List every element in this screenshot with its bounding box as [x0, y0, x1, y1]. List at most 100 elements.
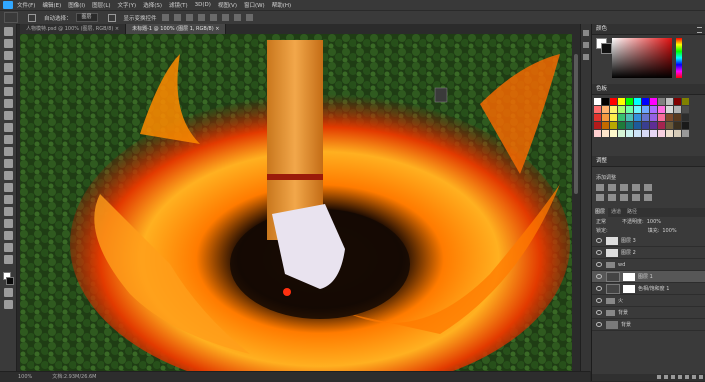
color-swatch[interactable]: [626, 122, 633, 129]
layer-row[interactable]: 背景: [592, 319, 705, 331]
color-swatch[interactable]: [650, 98, 657, 105]
color-panel-header[interactable]: 颜色: [592, 24, 705, 35]
visibility-eye-icon[interactable]: [596, 286, 602, 291]
path-select-icon[interactable]: [3, 219, 13, 228]
curves-icon[interactable]: [620, 184, 628, 191]
marquee-tool-icon[interactable]: [3, 39, 13, 48]
color-picker-field[interactable]: [612, 38, 672, 78]
color-swatch[interactable]: [658, 114, 665, 121]
color-swatch[interactable]: [602, 98, 609, 105]
screen-mode-icon[interactable]: [3, 300, 13, 309]
hue-sat-icon[interactable]: [596, 194, 604, 201]
color-swatch[interactable]: [666, 106, 673, 113]
new-group-icon[interactable]: [685, 375, 689, 379]
color-swatch[interactable]: [666, 122, 673, 129]
visibility-eye-icon[interactable]: [596, 298, 602, 303]
color-swatch[interactable]: [634, 130, 641, 137]
brush-tool-icon[interactable]: [3, 111, 13, 120]
tab-layers[interactable]: 图层: [592, 208, 609, 217]
color-swatch[interactable]: [618, 122, 625, 129]
color-swatch[interactable]: [602, 106, 609, 113]
lasso-tool-icon[interactable]: [3, 51, 13, 60]
menu-3d[interactable]: 3D(D): [195, 2, 211, 8]
color-swatch[interactable]: [626, 114, 633, 121]
layer-row[interactable]: wd: [592, 259, 705, 271]
layer-row-selected[interactable]: 图层 1: [592, 271, 705, 283]
color-swatch[interactable]: [610, 114, 617, 121]
color-swatch[interactable]: [666, 114, 673, 121]
color-swatch[interactable]: [674, 114, 681, 121]
brightness-icon[interactable]: [596, 184, 604, 191]
fill-value[interactable]: 100%: [662, 228, 676, 234]
panel-menu-icon[interactable]: [697, 27, 702, 33]
visibility-eye-icon[interactable]: [596, 262, 602, 267]
color-swatch[interactable]: [650, 122, 657, 129]
color-swatch[interactable]: [618, 98, 625, 105]
color-swatch[interactable]: [658, 130, 665, 137]
color-swatch[interactable]: [626, 130, 633, 137]
menu-select[interactable]: 选择(S): [143, 1, 162, 9]
dodge-tool-icon[interactable]: [3, 183, 13, 192]
color-swatch[interactable]: [634, 114, 641, 121]
color-swatch[interactable]: [682, 114, 689, 121]
color-swatch[interactable]: [650, 114, 657, 121]
hue-slider[interactable]: [676, 38, 682, 78]
color-swatch[interactable]: [634, 122, 641, 129]
color-swatch[interactable]: [658, 122, 665, 129]
layer-row[interactable]: 火: [592, 295, 705, 307]
color-swatch[interactable]: [610, 130, 617, 137]
layer-row[interactable]: 色相/饱和度 1: [592, 283, 705, 295]
tab-document-1[interactable]: 人物模特.psd @ 100% (图层, RGB/8) ×: [20, 24, 127, 34]
menu-image[interactable]: 图像(I): [68, 1, 85, 9]
color-swatch[interactable]: [610, 122, 617, 129]
info-panel-icon[interactable]: [583, 54, 589, 60]
menu-help[interactable]: 帮助(H): [272, 1, 291, 9]
color-swatch[interactable]: [594, 130, 601, 137]
align-center-icon[interactable]: [173, 14, 181, 21]
3d-mode-icon[interactable]: [245, 14, 253, 21]
history-brush-icon[interactable]: [3, 135, 13, 144]
visibility-eye-icon[interactable]: [596, 322, 602, 327]
color-swatch[interactable]: [618, 106, 625, 113]
color-swatch[interactable]: [642, 114, 649, 121]
vibrance-icon[interactable]: [644, 184, 652, 191]
tab-channels[interactable]: 通道: [608, 208, 624, 217]
color-swatch[interactable]: [658, 98, 665, 105]
visibility-eye-icon[interactable]: [596, 274, 602, 279]
photo-filter-icon[interactable]: [632, 194, 640, 201]
type-tool-icon[interactable]: [3, 207, 13, 216]
menu-file[interactable]: 文件(F): [17, 1, 35, 9]
distribute-icon[interactable]: [233, 14, 241, 21]
history-panel-icon[interactable]: [583, 30, 589, 36]
quick-mask-icon[interactable]: [3, 288, 13, 297]
visibility-eye-icon[interactable]: [596, 310, 602, 315]
vertical-scrollbar[interactable]: [572, 34, 580, 371]
color-swatch[interactable]: [674, 122, 681, 129]
color-swatch[interactable]: [602, 114, 609, 121]
menu-window[interactable]: 窗口(W): [244, 1, 265, 9]
visibility-eye-icon[interactable]: [596, 238, 602, 243]
delete-layer-icon[interactable]: [699, 375, 703, 379]
crop-tool-icon[interactable]: [3, 75, 13, 84]
color-swatch[interactable]: [626, 98, 633, 105]
color-swatch[interactable]: [674, 106, 681, 113]
color-swatch[interactable]: [602, 130, 609, 137]
auto-select-dropdown[interactable]: 图层: [75, 13, 98, 22]
tab-document-2[interactable]: 未标题-1 @ 100% (图层 1, RGB/8) ×: [126, 24, 227, 34]
menu-type[interactable]: 文字(Y): [118, 1, 137, 9]
quick-select-tool-icon[interactable]: [3, 63, 13, 72]
color-swatch[interactable]: [618, 130, 625, 137]
color-swatch[interactable]: [594, 98, 601, 105]
visibility-eye-icon[interactable]: [596, 250, 602, 255]
levels-icon[interactable]: [608, 184, 616, 191]
layer-row[interactable]: 图层 3: [592, 235, 705, 247]
tab-paths[interactable]: 路径: [624, 208, 640, 217]
fx-icon[interactable]: [664, 375, 668, 379]
color-swatch[interactable]: [642, 130, 649, 137]
color-swatch[interactable]: [642, 98, 649, 105]
shape-tool-icon[interactable]: [3, 231, 13, 240]
exposure-icon[interactable]: [632, 184, 640, 191]
black-white-icon[interactable]: [620, 194, 628, 201]
swatches-panel-header[interactable]: 色板: [592, 84, 705, 95]
menu-layer[interactable]: 图层(L): [92, 1, 110, 9]
